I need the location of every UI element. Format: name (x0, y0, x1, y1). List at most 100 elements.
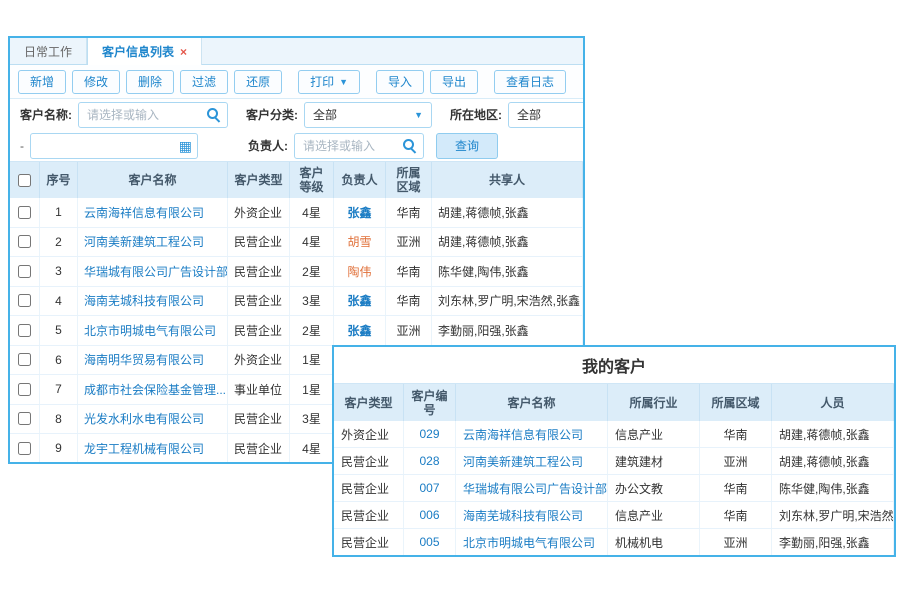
header-customer-name: 客户名称 (78, 162, 228, 198)
table-row[interactable]: 4 海南芜城科技有限公司 民营企业 3星 张鑫 华南 刘东林,罗广明,宋浩然,张… (10, 287, 583, 317)
view-log-button[interactable]: 查看日志 (494, 70, 566, 94)
row-checkbox-cell (10, 434, 40, 463)
row-checkbox[interactable] (18, 294, 31, 307)
header-shared: 共享人 (432, 162, 583, 198)
table-row[interactable]: 民营企业 028 河南美新建筑工程公司 建筑建材 亚洲 胡建,蒋德帧,张鑫 (334, 448, 894, 475)
customer-name-link[interactable]: 海南芜城科技有限公司 (78, 287, 228, 316)
export-button[interactable]: 导出 (430, 70, 478, 94)
customer-name-link[interactable]: 云南海祥信息有限公司 (78, 198, 228, 227)
tab-daily-work[interactable]: 日常工作 (10, 38, 87, 64)
row-checkbox[interactable] (18, 442, 31, 455)
customer-name-link[interactable]: 北京市明城电气有限公司 (456, 529, 608, 555)
customer-name-link[interactable]: 河南美新建筑工程公司 (456, 448, 608, 474)
table-row[interactable]: 外资企业 029 云南海祥信息有限公司 信息产业 华南 胡建,蒋德帧,张鑫 (334, 421, 894, 448)
customer-code-link[interactable]: 007 (404, 475, 456, 501)
customer-code-link[interactable]: 029 (404, 421, 456, 447)
close-icon[interactable]: × (180, 45, 187, 59)
row-checkbox-cell (10, 287, 40, 316)
customer-name-link[interactable]: 海南明华贸易有限公司 (78, 346, 228, 375)
tab-label: 客户信息列表 (102, 43, 174, 60)
print-label: 打印 (310, 73, 334, 90)
industry-cell: 办公文教 (608, 475, 700, 501)
table-row[interactable]: 民营企业 005 北京市明城电气有限公司 机械机电 亚洲 李勤丽,阳强,张鑫 (334, 529, 894, 556)
customer-name-link[interactable]: 光发水利水电有限公司 (78, 405, 228, 434)
row-number: 2 (40, 228, 78, 257)
owner-link[interactable]: 张鑫 (334, 287, 386, 316)
people-cell: 刘东林,罗广明,宋浩然... (772, 502, 894, 528)
table-row[interactable]: 民营企业 007 华瑞城有限公司广告设计部 办公文教 华南 陈华健,陶伟,张鑫 (334, 475, 894, 502)
customer-name-link[interactable]: 云南海祥信息有限公司 (456, 421, 608, 447)
table-row[interactable]: 民营企业 006 海南芜城科技有限公司 信息产业 华南 刘东林,罗广明,宋浩然.… (334, 502, 894, 529)
region-select[interactable]: 全部 (508, 102, 585, 128)
calendar-icon[interactable]: ▦ (179, 137, 192, 155)
row-checkbox[interactable] (18, 383, 31, 396)
customer-code-link[interactable]: 028 (404, 448, 456, 474)
tab-customer-list[interactable]: 客户信息列表 × (87, 38, 202, 65)
customer-category-select[interactable]: 全部 ▼ (304, 102, 432, 128)
row-checkbox[interactable] (18, 324, 31, 337)
customer-name-link[interactable]: 北京市明城电气有限公司 (78, 316, 228, 345)
row-checkbox[interactable] (18, 412, 31, 425)
customer-type-cell: 事业单位 (228, 375, 290, 404)
row-checkbox[interactable] (18, 353, 31, 366)
customer-code-link[interactable]: 006 (404, 502, 456, 528)
filter-button[interactable]: 过滤 (180, 70, 228, 94)
owner-link[interactable]: 陶伟 (334, 257, 386, 286)
customer-name-link[interactable]: 海南芜城科技有限公司 (456, 502, 608, 528)
search-icon[interactable] (403, 139, 417, 153)
row-checkbox[interactable] (18, 206, 31, 219)
header-owner: 负责人 (334, 162, 386, 198)
table-row[interactable]: 1 云南海祥信息有限公司 外资企业 4星 张鑫 华南 胡建,蒋德帧,张鑫 (10, 198, 583, 228)
owner-link[interactable]: 张鑫 (334, 316, 386, 345)
add-button[interactable]: 新增 (18, 70, 66, 94)
customer-name-link[interactable]: 华瑞城有限公司广告设计部 (456, 475, 608, 501)
region-cell: 华南 (386, 257, 432, 286)
date-range-dash: - (20, 139, 24, 153)
customer-name-input[interactable] (78, 102, 228, 128)
table-row[interactable]: 3 华瑞城有限公司广告设计部 民营企业 2星 陶伟 华南 陈华健,陶伟,张鑫 (10, 257, 583, 287)
region-cell: 亚洲 (386, 316, 432, 345)
customer-name-link[interactable]: 成都市社会保险基金管理... (78, 375, 228, 404)
table-row[interactable]: 5 北京市明城电气有限公司 民营企业 2星 张鑫 亚洲 李勤丽,阳强,张鑫 (10, 316, 583, 346)
select-all-checkbox[interactable] (18, 174, 31, 187)
table-row[interactable]: 2 河南美新建筑工程公司 民营企业 4星 胡雪 亚洲 胡建,蒋德帧,张鑫 (10, 228, 583, 258)
header-industry: 所属行业 (608, 384, 700, 421)
print-button[interactable]: 打印 ▼ (298, 70, 360, 94)
search-icon[interactable] (207, 108, 221, 122)
row-number: 9 (40, 434, 78, 463)
industry-cell: 机械机电 (608, 529, 700, 555)
people-cell: 李勤丽,阳强,张鑫 (772, 529, 894, 555)
customer-type-cell: 民营企业 (228, 316, 290, 345)
customer-name-link[interactable]: 龙宇工程机械有限公司 (78, 434, 228, 463)
restore-button[interactable]: 还原 (234, 70, 282, 94)
import-button[interactable]: 导入 (376, 70, 424, 94)
row-number: 1 (40, 198, 78, 227)
delete-button[interactable]: 删除 (126, 70, 174, 94)
customer-code-link[interactable]: 005 (404, 529, 456, 555)
industry-cell: 信息产业 (608, 502, 700, 528)
customer-name-link[interactable]: 河南美新建筑工程公司 (78, 228, 228, 257)
customer-type-cell: 民营企业 (228, 257, 290, 286)
owner-link[interactable]: 张鑫 (334, 198, 386, 227)
table-header: 序号 客户名称 客户类型 客户等级 负责人 所属区域 共享人 (10, 161, 583, 198)
row-checkbox[interactable] (18, 265, 31, 278)
customer-level-cell: 4星 (290, 434, 334, 463)
query-button[interactable]: 查询 (436, 133, 498, 159)
date-input[interactable] (30, 133, 198, 159)
people-cell: 胡建,蒋德帧,张鑫 (772, 421, 894, 447)
filter-row-1: 客户名称: 客户分类: 全部 ▼ 所在地区: 全部 (10, 99, 583, 130)
row-checkbox[interactable] (18, 235, 31, 248)
customer-type-cell: 民营企业 (334, 448, 404, 474)
customer-type-cell: 民营企业 (228, 434, 290, 463)
shared-people-cell: 胡建,蒋德帧,张鑫 (432, 228, 583, 257)
row-number: 3 (40, 257, 78, 286)
customer-name-link[interactable]: 华瑞城有限公司广告设计部 (78, 257, 228, 286)
owner-label: 负责人: (248, 137, 288, 154)
owner-link[interactable]: 胡雪 (334, 228, 386, 257)
edit-button[interactable]: 修改 (72, 70, 120, 94)
row-checkbox-cell (10, 346, 40, 375)
customer-type-cell: 外资企业 (334, 421, 404, 447)
row-checkbox-cell (10, 257, 40, 286)
customer-category-label: 客户分类: (246, 106, 298, 123)
customer-type-cell: 外资企业 (228, 346, 290, 375)
